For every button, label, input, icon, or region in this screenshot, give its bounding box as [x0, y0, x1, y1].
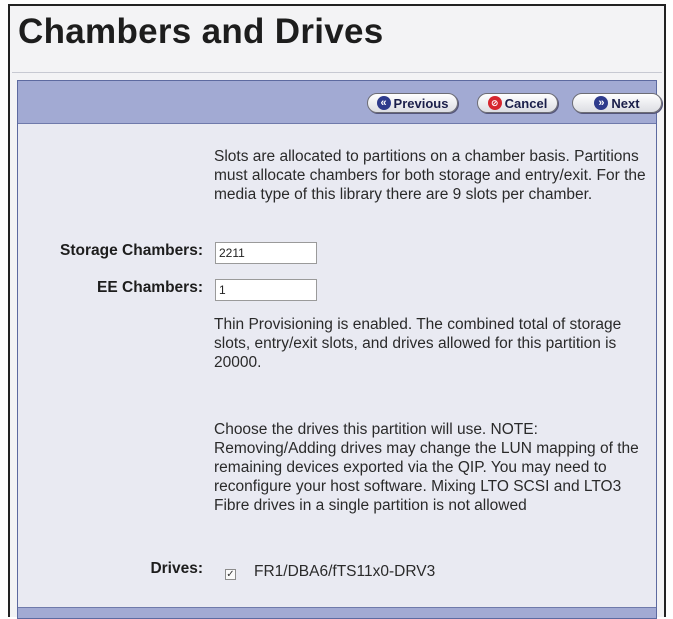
previous-button[interactable]: « Previous	[367, 93, 458, 113]
storage-chambers-label: Storage Chambers:	[60, 242, 203, 259]
drive-item-label: FR1/DBA6/fTS11x0-DRV3	[254, 563, 436, 580]
cancel-button-label: Cancel	[504, 95, 548, 111]
drives-note-text: Choose the drives this partition will us…	[214, 421, 639, 514]
double-chevron-right-icon: »	[594, 96, 609, 110]
ee-chambers-label: EE Chambers:	[97, 279, 203, 296]
form-body: Slots are allocated to partitions on a c…	[18, 124, 656, 608]
ee-chambers-input[interactable]	[215, 279, 317, 301]
next-button[interactable]: » Next	[572, 93, 662, 113]
double-chevron-left-icon: «	[376, 96, 391, 110]
wizard-toolbar: « Previous ⊘ Cancel » Next	[18, 81, 662, 124]
previous-button-label: Previous	[393, 95, 449, 111]
page-title: Chambers and Drives	[18, 12, 384, 51]
thin-provisioning-text: Thin Provisioning is enabled. The combin…	[214, 316, 622, 371]
cancel-button[interactable]: ⊘ Cancel	[477, 93, 558, 113]
storage-chambers-input[interactable]	[215, 242, 317, 264]
drive-checkbox[interactable]: ✓	[225, 569, 236, 580]
cancel-circle-icon: ⊘	[487, 96, 502, 110]
wizard-panel: « Previous ⊘ Cancel » Next Slots are all…	[17, 80, 662, 619]
next-button-label: Next	[611, 95, 640, 111]
title-divider	[12, 72, 662, 73]
page-frame: Chambers and Drives « Previous ⊘ Cancel …	[8, 4, 666, 619]
wizard-footer-bar	[18, 607, 656, 618]
intro-text: Slots are allocated to partitions on a c…	[214, 148, 646, 203]
drives-label: Drives:	[150, 560, 203, 577]
